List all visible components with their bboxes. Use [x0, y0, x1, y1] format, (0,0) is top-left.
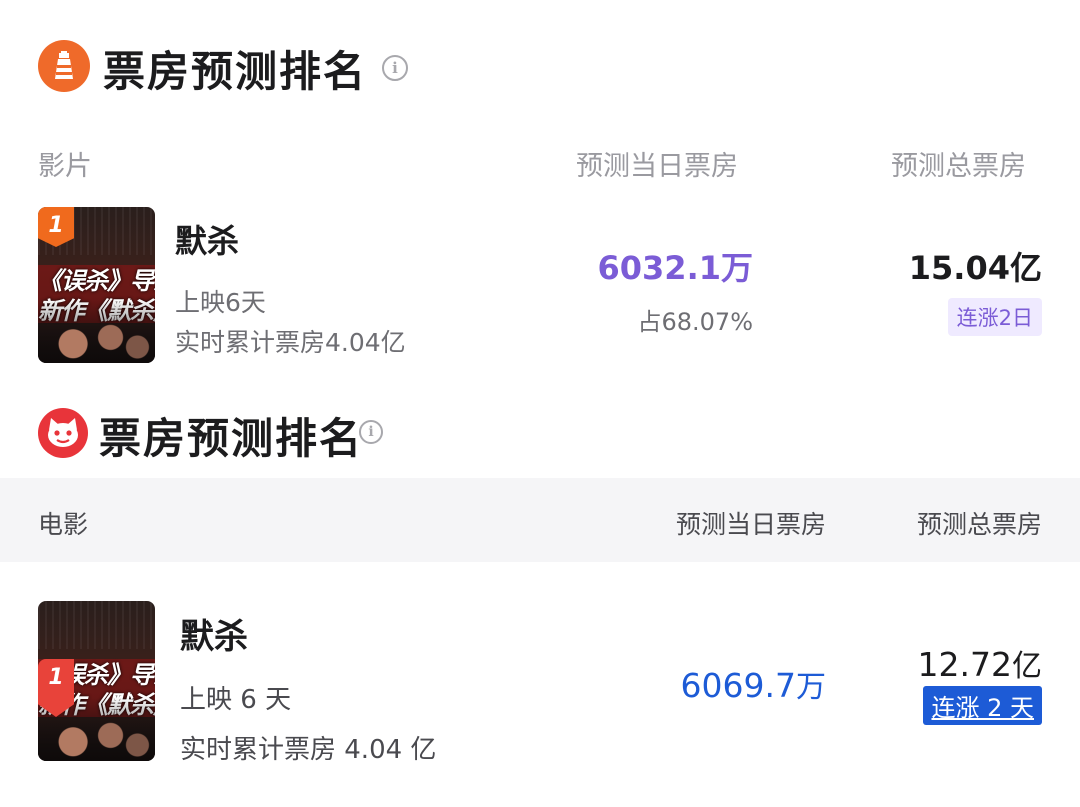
section2-title: 票房预测排名 [99, 414, 364, 463]
trend-badge: 连涨 2 天 [923, 686, 1042, 725]
daily-value: 6069.7 [680, 666, 796, 705]
cumulative-box-office: 实时累计票房 4.04 亿 [180, 735, 437, 765]
total-unit: 亿 [1012, 649, 1042, 684]
movie-title[interactable]: 默杀 [175, 216, 239, 262]
column-header-total: 预测总票房 [891, 151, 1026, 182]
info-icon[interactable]: i [359, 420, 383, 444]
poster-texture [38, 601, 155, 649]
predicted-daily-box-office: 6069.7万 [681, 662, 826, 706]
predicted-total-box-office: 15.04亿 [908, 249, 1042, 287]
movie-poster[interactable]: 《误杀》导演 新作《默杀》 1 [38, 207, 155, 363]
info-icon[interactable]: i [382, 55, 408, 81]
column-header-total: 预测总票房 [916, 510, 1042, 539]
movie-poster[interactable]: 《误杀》导演 新作《默杀》 1 [38, 601, 155, 761]
column-header-daily: 预测当日票房 [576, 151, 738, 182]
column-header-film: 电影 [38, 510, 89, 539]
predicted-total-box-office: 12.72亿 [918, 641, 1042, 685]
release-days: 上映 6 天 [180, 685, 292, 715]
cumulative-box-office: 实时累计票房4.04亿 [175, 328, 406, 357]
cat-logo-icon [38, 408, 88, 458]
predicted-daily-box-office: 6032.1万 [597, 249, 754, 287]
lighthouse-logo-icon [38, 40, 90, 92]
total-value: 12.72 [917, 645, 1012, 684]
movie-title[interactable]: 默杀 [180, 609, 248, 658]
daily-unit: 万 [796, 670, 826, 705]
column-header-film: 影片 [38, 151, 92, 182]
release-days: 上映6天 [175, 288, 266, 317]
poster-cast-image [38, 299, 155, 363]
market-share: 占68.07% [637, 308, 753, 336]
column-header-daily: 预测当日票房 [675, 510, 826, 539]
trend-badge: 连涨2日 [947, 298, 1042, 336]
section1-title: 票房预测排名 [103, 47, 368, 96]
